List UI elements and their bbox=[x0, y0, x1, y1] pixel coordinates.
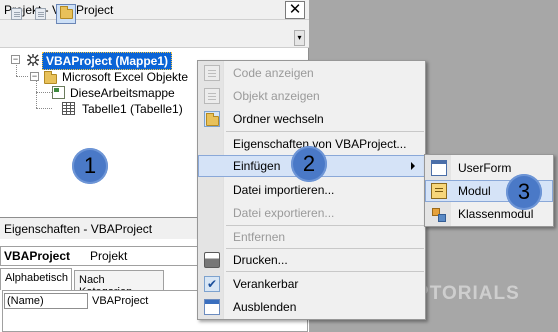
worksheet-icon bbox=[62, 102, 75, 115]
menu-item-drucken[interactable]: Drucken... bbox=[198, 249, 425, 271]
step-badge-3: 3 bbox=[506, 174, 542, 210]
userform-icon bbox=[431, 160, 447, 176]
view-object-button[interactable] bbox=[30, 4, 50, 24]
object-selector-name: VBAProject bbox=[4, 249, 71, 263]
module-icon bbox=[431, 183, 447, 199]
step-badge-2: 2 bbox=[291, 146, 327, 182]
workbook-icon bbox=[52, 86, 65, 99]
view-code-icon bbox=[11, 8, 22, 20]
menu-item-code-anzeigen[interactable]: Code anzeigen bbox=[198, 62, 425, 84]
properties-title: Eigenschaften - VBAProject bbox=[4, 222, 153, 236]
menu-item-label: Ordner wechseln bbox=[233, 112, 324, 126]
tree-expander-excel-objects[interactable]: − bbox=[30, 72, 39, 81]
menu-item-entfernen[interactable]: Entfernen bbox=[198, 226, 425, 248]
menu-item-datei-exportieren[interactable]: Datei exportieren... bbox=[198, 202, 425, 224]
menu-item-label: Einfügen bbox=[233, 159, 281, 173]
folder-icon bbox=[60, 6, 73, 19]
tree-item-vbaproject[interactable]: VBAProject (Mappe1) bbox=[42, 52, 173, 70]
submenu-arrow-icon bbox=[411, 162, 415, 170]
menu-separator bbox=[226, 271, 424, 272]
tree-connector bbox=[36, 108, 52, 109]
menu-item-label: Ausblenden bbox=[233, 300, 297, 314]
menu-item-label: Entfernen bbox=[233, 230, 286, 244]
menu-item-verankerbar[interactable]: ✔ Verankerbar bbox=[198, 273, 425, 295]
checkmark-icon: ✔ bbox=[204, 276, 220, 292]
open-folder-icon bbox=[44, 71, 58, 84]
tab-alphabetisch[interactable]: Alphabetisch bbox=[0, 268, 72, 290]
tree-item-sheet[interactable]: Tabelle1 (Tabelle1) bbox=[82, 102, 183, 116]
menu-separator bbox=[226, 131, 424, 132]
menu-item-datei-importieren[interactable]: Datei importieren... bbox=[198, 179, 425, 201]
close-button[interactable]: ✕ bbox=[285, 1, 305, 19]
hide-icon bbox=[204, 299, 220, 315]
submenu-item-label: Modul bbox=[458, 184, 491, 198]
tree-item-excel-objects[interactable]: Microsoft Excel Objekte bbox=[62, 70, 188, 84]
property-name-cell[interactable]: (Name) bbox=[4, 293, 88, 309]
tree-connector bbox=[16, 76, 28, 77]
menu-item-label: Code anzeigen bbox=[233, 66, 314, 80]
folder-toggle-box bbox=[204, 111, 220, 127]
menu-item-objekt-anzeigen[interactable]: Objekt anzeigen bbox=[198, 85, 425, 107]
class-module-icon bbox=[431, 206, 447, 222]
menu-item-label: Verankerbar bbox=[233, 277, 299, 291]
toggle-folders-button[interactable] bbox=[56, 4, 76, 24]
vba-project-icon bbox=[26, 53, 40, 67]
menu-item-label: Drucken... bbox=[233, 253, 288, 267]
toolbar-overflow-icon[interactable]: ▾ bbox=[294, 30, 305, 46]
submenu-item-userform[interactable]: UserForm bbox=[425, 157, 553, 179]
menu-item-label: Objekt anzeigen bbox=[233, 89, 320, 103]
view-code-button[interactable] bbox=[6, 4, 26, 24]
view-object-icon bbox=[35, 8, 46, 20]
tab-nach-kategorien[interactable]: Nach Kategorien bbox=[74, 270, 164, 298]
tree-expander-root[interactable]: − bbox=[11, 55, 20, 64]
menu-item-label: Datei importieren... bbox=[233, 183, 335, 197]
object-selector-type: Projekt bbox=[90, 249, 128, 263]
folder-icon bbox=[206, 113, 219, 126]
project-toolbar bbox=[0, 20, 309, 48]
code-icon bbox=[204, 65, 220, 81]
menu-item-ausblenden[interactable]: Ausblenden bbox=[198, 296, 425, 318]
step-badge-1: 1 bbox=[72, 148, 108, 184]
tree-connector bbox=[36, 92, 52, 93]
menu-item-label: Datei exportieren... bbox=[233, 206, 335, 220]
tree-connector bbox=[36, 80, 37, 108]
tree-connector bbox=[16, 62, 17, 76]
submenu-item-label: UserForm bbox=[458, 161, 512, 175]
menu-item-ordner-wechseln[interactable]: Ordner wechseln bbox=[198, 108, 425, 130]
printer-icon bbox=[204, 252, 220, 268]
property-value-cell[interactable]: VBAProject bbox=[90, 293, 210, 309]
object-icon bbox=[204, 88, 220, 104]
tree-item-workbook[interactable]: DieseArbeitsmappe bbox=[70, 86, 175, 100]
